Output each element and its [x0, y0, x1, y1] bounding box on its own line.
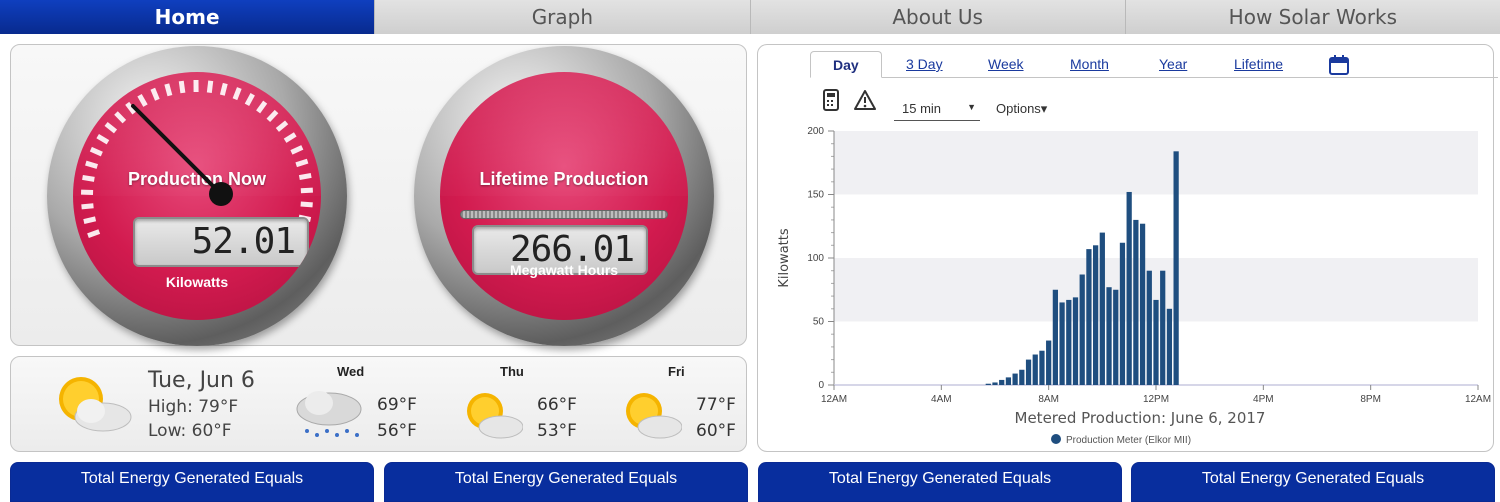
production-chart: 0 50 100 150 200 12AM 4AM 8AM 12PM 4PM 8PM 12AM Kilo… [758, 113, 1493, 453]
calculator-icon[interactable] [822, 89, 840, 111]
gauge-panel: Production Now 52.01 Kilowatts Lifetime … [10, 44, 747, 346]
chart-bar[interactable] [1080, 275, 1085, 385]
chart-bar[interactable] [1059, 302, 1064, 385]
nav-tab-about-us[interactable]: About Us [751, 0, 1126, 34]
tab-year[interactable]: Year [1159, 51, 1187, 78]
chart-bar[interactable] [992, 382, 997, 385]
calendar-icon[interactable] [1328, 54, 1350, 76]
legend-marker [1051, 434, 1061, 444]
tab-3-day[interactable]: 3 Day [906, 51, 943, 78]
lifetime-production-face: Lifetime Production 266.01 Megawatt Hour… [440, 72, 688, 320]
plot-band [834, 131, 1478, 195]
today-low: Low: 60°F [148, 421, 232, 441]
lifetime-production-gauge: Lifetime Production 266.01 Megawatt Hour… [414, 46, 714, 346]
forecast-day: Thu [500, 364, 524, 379]
today-date: Tue, Jun 6 [148, 368, 255, 393]
energy-equivalent-card: Total Energy Generated Equals [758, 462, 1122, 502]
chart-bar[interactable] [1073, 297, 1078, 385]
lifetime-production-unit: Megawatt Hours [440, 262, 688, 278]
energy-equivalent-card: Total Energy Generated Equals [10, 462, 374, 502]
x-tick-label: 12AM [1465, 394, 1491, 405]
forecast-high: 69°F [377, 395, 417, 415]
partly-sunny-icon [51, 369, 135, 439]
chart-range-tabs: Day 3 Day Week Month Year Lifetime [810, 51, 1498, 78]
x-tick-label: 8PM [1360, 394, 1381, 405]
nav-tab-how-solar-works[interactable]: How Solar Works [1126, 0, 1500, 34]
lifetime-production-title: Lifetime Production [440, 169, 688, 190]
today-high: High: 79°F [148, 397, 238, 417]
legend-label[interactable]: Production Meter (Elkor MII) [1066, 435, 1191, 446]
chart-bar[interactable] [1133, 220, 1138, 385]
chart-bar[interactable] [1039, 351, 1044, 385]
chart-bar[interactable] [1093, 245, 1098, 385]
chart-bar[interactable] [1174, 151, 1179, 385]
forecast-low: 56°F [377, 421, 417, 441]
chart-bar[interactable] [1006, 377, 1011, 385]
chart-bar[interactable] [999, 380, 1004, 385]
chart-bar[interactable] [1127, 192, 1132, 385]
partly-sunny-icon [461, 389, 523, 443]
y-tick-label: 150 [807, 190, 824, 201]
nav-tab-home[interactable]: Home [0, 0, 375, 34]
weather-panel: Tue, Jun 6 High: 79°F Low: 60°F Wed 69°F… [10, 356, 747, 452]
production-now-gauge: Production Now 52.01 Kilowatts [47, 46, 347, 346]
chart-bar[interactable] [1066, 300, 1071, 385]
chart-title: Metered Production: June 6, 2017 [1015, 409, 1266, 427]
needle-hub [209, 182, 233, 206]
chart-bar[interactable] [1026, 360, 1031, 385]
y-tick-label: 0 [818, 380, 824, 391]
x-tick-label: 8AM [1038, 394, 1059, 405]
x-tick-label: 4AM [931, 394, 952, 405]
chart-bar[interactable] [1086, 249, 1091, 385]
chart-bar[interactable] [1046, 341, 1051, 385]
forecast-high: 77°F [696, 395, 736, 415]
chart-bar[interactable] [1160, 271, 1165, 385]
tab-day[interactable]: Day [810, 51, 882, 78]
energy-equivalent-card: Total Energy Generated Equals [1131, 462, 1495, 502]
chart-bar[interactable] [1147, 271, 1152, 385]
y-tick-label: 100 [807, 253, 824, 264]
y-tick-label: 50 [813, 317, 825, 328]
chart-bar[interactable] [1033, 355, 1038, 385]
x-tick-label: 12AM [821, 394, 847, 405]
x-tick-label: 12PM [1143, 394, 1169, 405]
partly-sunny-icon [620, 389, 682, 443]
forecast-day: Fri [668, 364, 685, 379]
warning-icon[interactable] [854, 89, 876, 111]
rain-cloud-icon [293, 387, 367, 441]
lifetime-progress-track [460, 210, 668, 219]
y-tick-label: 200 [807, 126, 824, 137]
tab-week[interactable]: Week [988, 51, 1024, 78]
chart-bar[interactable] [1106, 287, 1111, 385]
chart-bar[interactable] [1053, 290, 1058, 385]
chart-bar[interactable] [1120, 243, 1125, 385]
chart-panel: Day 3 Day Week Month Year Lifetime 15 mi… [757, 44, 1494, 452]
x-tick-label: 4PM [1253, 394, 1274, 405]
production-now-face: Production Now 52.01 Kilowatts [73, 72, 321, 320]
select-arrow-icon: ▼ [967, 102, 976, 112]
chart-bar[interactable] [1153, 300, 1158, 385]
chart-bar[interactable] [1100, 233, 1105, 385]
nav-tab-graph[interactable]: Graph [375, 0, 750, 34]
forecast-high: 66°F [537, 395, 577, 415]
gauge-needle [73, 72, 321, 320]
energy-equivalent-card: Total Energy Generated Equals [384, 462, 748, 502]
chart-bar[interactable] [1167, 309, 1172, 385]
forecast-low: 53°F [537, 421, 577, 441]
chart-bar[interactable] [986, 384, 991, 385]
chart-bar[interactable] [1013, 374, 1018, 385]
y-axis-label: Kilowatts [777, 228, 792, 287]
forecast-low: 60°F [696, 421, 736, 441]
main-nav: Home Graph About Us How Solar Works [0, 0, 1500, 34]
forecast-day: Wed [337, 364, 364, 379]
tab-lifetime[interactable]: Lifetime [1234, 51, 1283, 78]
tab-month[interactable]: Month [1070, 51, 1109, 78]
chart-bar[interactable] [1113, 290, 1118, 385]
chart-bar[interactable] [1019, 370, 1024, 385]
chart-bar[interactable] [1140, 224, 1145, 385]
